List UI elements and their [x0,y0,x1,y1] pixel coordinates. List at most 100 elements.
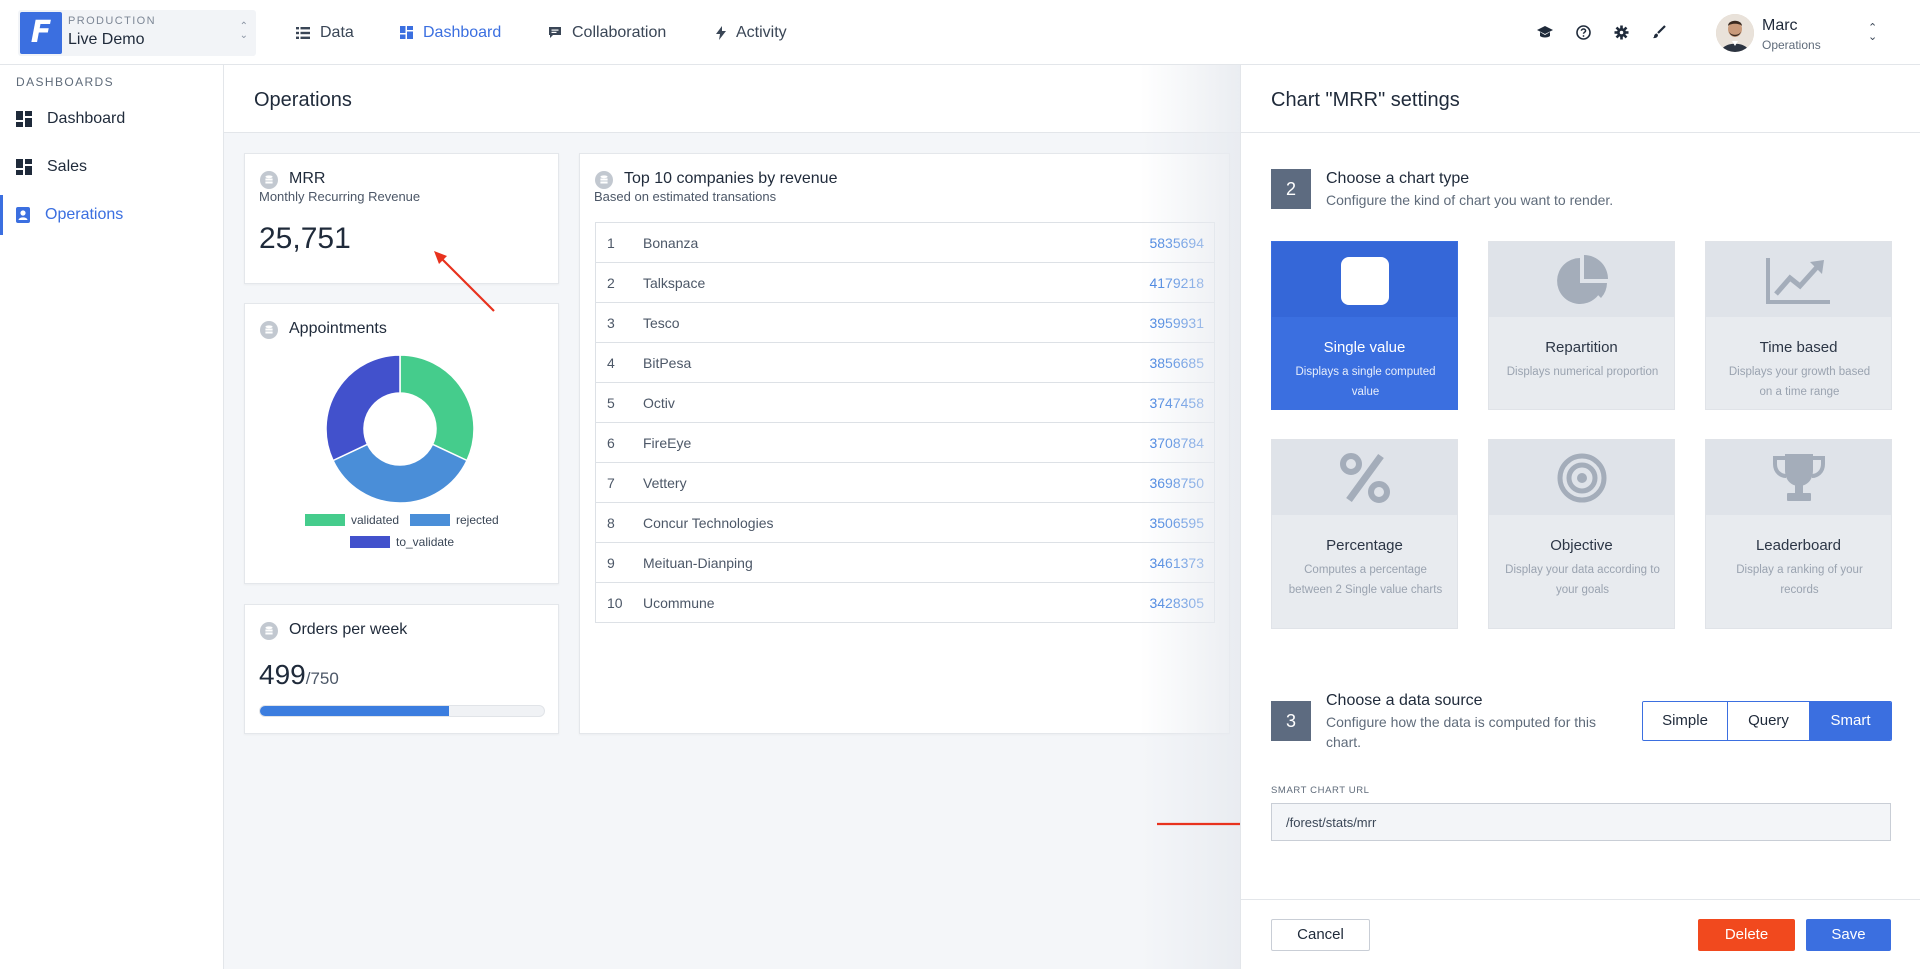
sidebar-item-operations[interactable]: Operations [0,195,224,235]
company-name-cell: Octiv [643,395,675,411]
company-name-cell: FireEye [643,435,692,451]
legend-item-to-validate[interactable]: to_validate [350,535,454,549]
revenue-value-cell[interactable]: 4179218 [1149,275,1204,291]
orders-card[interactable]: Orders per week 499/750 [244,604,559,734]
user-role: Operations [1762,38,1821,52]
revenue-value-cell[interactable]: 3747458 [1149,395,1204,411]
nav-activity-label: Activity [736,23,787,41]
card-title: Top 10 companies by revenue [624,170,838,187]
chart-settings-panel: Chart "MRR" settings 2 Choose a chart ty… [1240,65,1920,969]
revenue-value-cell[interactable]: 3428305 [1149,595,1204,611]
revenue-value-cell[interactable]: 3461373 [1149,555,1204,571]
sidebar-item-dashboard[interactable]: Dashboard [0,99,224,139]
revenue-value-cell[interactable]: 3698750 [1149,475,1204,491]
table-row[interactable]: 3 Tesco 3959931 [595,303,1215,343]
tile-description: Computes a percentage between 2 Single v… [1288,564,1443,596]
revenue-value-cell[interactable]: 3506595 [1149,515,1204,531]
card-title: Appointments [289,320,387,337]
gear-icon[interactable] [1611,22,1631,42]
nav-collaboration[interactable]: Collaboration [548,0,666,65]
table-row[interactable]: 1 Bonanza 5835694 [595,223,1215,263]
percent-icon [1339,453,1390,503]
legend-item-validated[interactable]: validated [305,513,399,527]
chevron-updown-icon: ⌃ ⌄ [239,21,248,41]
source-option-smart[interactable]: Smart [1810,702,1891,740]
chart-type-objective[interactable]: Objective Display your data according to… [1488,439,1675,629]
orders-progress-bar [259,705,545,717]
table-row[interactable]: 2 Talkspace 4179218 [595,263,1215,303]
donut-slice-to-validate[interactable] [325,354,401,462]
company-name-cell: Talkspace [643,275,706,291]
sidebar-item-label: Dashboard [47,110,126,127]
nav-collaboration-label: Collaboration [572,23,667,41]
revenue-value-cell[interactable]: 3959931 [1149,315,1204,331]
card-subtitle: Based on estimated transations [594,189,777,204]
company-name-cell: Vettery [643,475,687,491]
mrr-value: 25,751 [259,222,351,255]
target-icon [1557,453,1606,503]
chart-type-time-based[interactable]: Time based Displays your growth based on… [1705,241,1892,410]
step-description: Configure the kind of chart you want to … [1326,192,1614,208]
table-row[interactable]: 8 Concur Technologies 3506595 [595,503,1215,543]
delete-button[interactable]: Delete [1698,919,1795,951]
tile-description: Display your data according to your goal… [1505,564,1660,596]
chevron-updown-icon[interactable]: ⌃ ⌄ [1868,23,1877,43]
environment-selector[interactable]: F PRODUCTION Live Demo ⌃ ⌄ [18,10,256,56]
square-icon [1340,257,1389,305]
table-row[interactable]: 9 Meituan-Dianping 3461373 [595,543,1215,583]
company-name-cell: Bonanza [643,235,699,251]
rank-cell: 7 [607,475,615,491]
source-option-simple[interactable]: Simple [1643,702,1728,740]
chart-type-percentage[interactable]: Percentage Computes a percentage between… [1271,439,1458,629]
chart-type-single-value[interactable]: Single value Displays a single computed … [1271,241,1458,410]
card-subtitle: Monthly Recurring Revenue [259,189,421,204]
brush-icon[interactable] [1649,22,1669,42]
trophy-icon [1772,454,1825,501]
company-name-cell: Concur Technologies [643,515,774,531]
graduation-cap-icon[interactable] [1535,22,1555,42]
chart-type-leaderboard[interactable]: Leaderboard Display a ranking of your re… [1705,439,1892,629]
list-icon [296,26,310,39]
legend-swatch [350,536,390,548]
smart-chart-url-label: SMART CHART URL [1271,785,1370,796]
source-option-query[interactable]: Query [1728,702,1810,740]
top-companies-card[interactable]: Top 10 companies by revenue Based on est… [579,153,1230,734]
step-number: 2 [1271,169,1311,209]
table-row[interactable]: 5 Octiv 3747458 [595,383,1215,423]
help-icon[interactable] [1573,22,1593,42]
chat-icon [549,27,561,38]
table-row[interactable]: 4 BitPesa 3856685 [595,343,1215,383]
tile-name: Leaderboard [1755,537,1842,554]
cancel-button[interactable]: Cancel [1271,919,1370,951]
tile-name: Percentage [1326,537,1403,554]
sidebar-item-sales[interactable]: Sales [0,147,224,187]
legend-item-rejected[interactable]: rejected [410,513,499,527]
save-button[interactable]: Save [1806,919,1891,951]
chart-type-repartition[interactable]: Repartition Displays numerical proportio… [1488,241,1675,410]
mrr-card[interactable]: MRR Monthly Recurring Revenue 25,751 [244,153,559,284]
database-icon [260,171,278,189]
donut-slice-validated[interactable] [399,354,475,462]
orders-value: 499/750 [259,659,339,691]
dashboard-icon [16,159,32,175]
step-number: 3 [1271,701,1311,741]
nav-dashboard[interactable]: Dashboard [400,0,501,65]
nav-dashboard-label: Dashboard [423,23,502,41]
avatar[interactable] [1716,14,1754,52]
revenue-value-cell[interactable]: 5835694 [1149,235,1204,251]
user-name[interactable]: Marc [1762,17,1798,35]
dashboard-icon [400,26,413,39]
table-row[interactable]: 6 FireEye 3708784 [595,423,1215,463]
donut-slice-rejected[interactable] [332,443,468,504]
top-bar: F PRODUCTION Live Demo ⌃ ⌄ Data Dashboard… [0,0,1920,65]
smart-chart-url-input[interactable] [1271,803,1891,841]
appointments-card[interactable]: Appointments validated rejected to_valid… [244,303,559,584]
revenue-value-cell[interactable]: 3708784 [1149,435,1204,451]
revenue-value-cell[interactable]: 3856685 [1149,355,1204,371]
table-row[interactable]: 7 Vettery 3698750 [595,463,1215,503]
card-title: MRR [289,170,326,187]
nav-activity[interactable]: Activity [716,0,787,65]
nav-data[interactable]: Data [296,0,354,65]
id-badge-icon [16,207,30,223]
table-row[interactable]: 10 Ucommune 3428305 [595,583,1215,623]
